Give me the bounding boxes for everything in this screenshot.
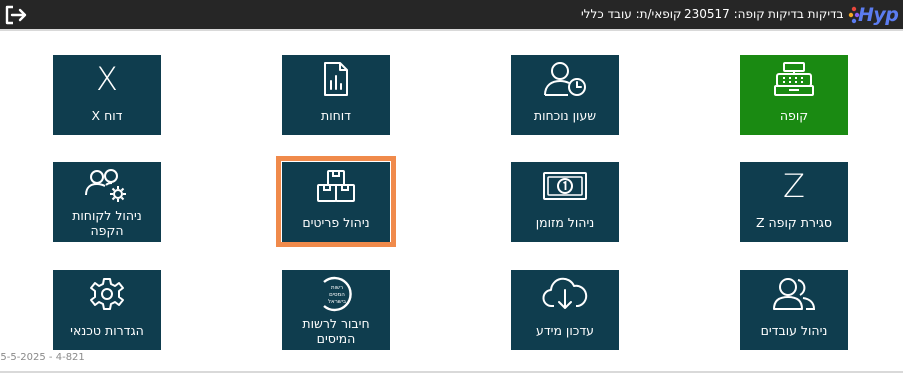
branch-name: בדיקות בדיקות (768, 7, 844, 21)
header-divider (0, 29, 903, 31)
tile-label: דוחות (320, 108, 352, 123)
tax-logo-text: רשות (331, 285, 343, 291)
tile-cash-management[interactable]: ניהול מזומן (511, 162, 619, 242)
tile-employees-management[interactable]: ניהול עובדים (740, 270, 848, 350)
tile-label: ניהול פריטים (302, 215, 370, 230)
tax-authority-logo: רשות המסים בישראל (323, 276, 352, 312)
report-file-icon (324, 62, 348, 96)
tile-reports[interactable]: דוחות (282, 55, 390, 135)
tile-tax-authority-connection[interactable]: רשות המסים בישראל חיבור לרשות המיסים (282, 270, 390, 350)
tile-items-management[interactable]: ניהול פריטים (282, 162, 390, 242)
tile-label: הגדרות טכנאי (70, 323, 144, 338)
tile-register[interactable]: קופה (740, 55, 848, 135)
version-footer: 25-5-2025 - 4-821 (0, 352, 85, 363)
x-letter-icon: X (96, 60, 118, 98)
users-gear-icon (85, 169, 126, 202)
logo-dots-icon (848, 6, 860, 24)
cashier-name: קופאי/ת: עובד כללי (581, 7, 682, 21)
tile-label: קופה (779, 108, 809, 123)
users-icon (773, 278, 816, 310)
gear-icon (90, 278, 124, 310)
tile-label: ניהול לקוחות הקפה (72, 208, 142, 238)
user-clock-icon (544, 62, 586, 96)
tile-label: עדכון מידע (536, 323, 594, 338)
tile-label: שעון נוכחות (533, 108, 597, 123)
logo-text: Hyp (858, 4, 899, 26)
top-bar: קופאי/ת: עובד כללי קופה: 230517 בדיקות ב… (0, 0, 903, 30)
tile-x-report[interactable]: X דוח X (53, 55, 161, 135)
tile-club-customers[interactable]: ניהול לקוחות הקפה (53, 162, 161, 242)
logout-button[interactable] (2, 2, 30, 28)
cash-register-icon (774, 62, 814, 96)
tile-label: דוח X (91, 108, 123, 123)
tile-data-update[interactable]: עדכון מידע (511, 270, 619, 350)
boxes-icon (317, 170, 355, 202)
tile-close-register-z[interactable]: Z סגירת קופה Z (740, 162, 848, 242)
tile-label: חיבור לרשות המיסים (302, 316, 370, 346)
register-number: קופה: 230517 (684, 7, 765, 21)
tile-label: סגירת קופה Z (755, 215, 833, 230)
tile-technician-settings[interactable]: הגדרות טכנאי (53, 270, 161, 350)
z-letter-icon: Z (783, 167, 805, 205)
svg-text:בישראל: בישראל (328, 298, 346, 305)
svg-text:המסים: המסים (329, 292, 345, 298)
banknote-icon (543, 172, 587, 200)
hyp-logo: Hyp (848, 3, 900, 27)
tile-label: ניהול מזומן (535, 215, 595, 230)
logout-icon (5, 5, 27, 25)
tile-label: ניהול עובדים (760, 323, 828, 338)
tile-attendance-clock[interactable]: שעון נוכחות (511, 55, 619, 135)
cloud-download-icon (542, 277, 588, 309)
